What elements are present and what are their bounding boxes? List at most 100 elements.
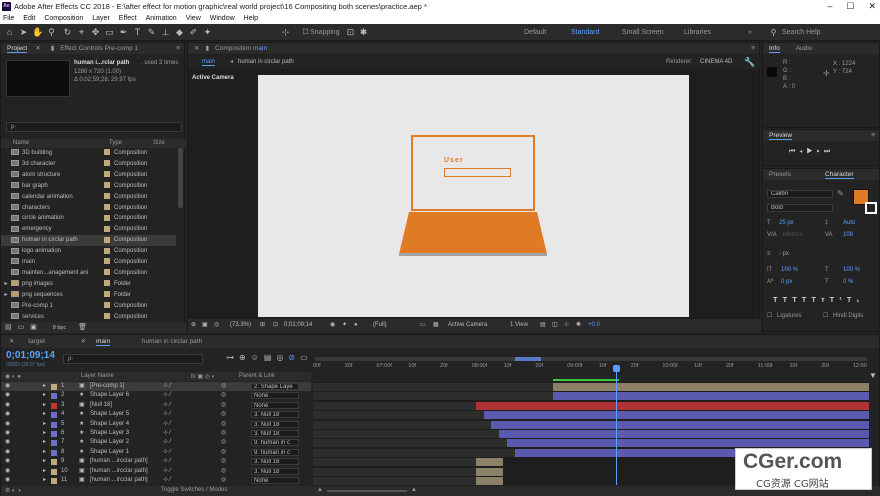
close-icon[interactable]: ✕ bbox=[35, 45, 40, 52]
home-icon[interactable]: ⌂ bbox=[4, 27, 15, 38]
expand-arrow-icon[interactable]: ▸ bbox=[43, 476, 46, 485]
project-item[interactable]: mainten...anagement ani Composition bbox=[1, 268, 176, 279]
layer-switches-icon[interactable]: ⊹ ⁄ bbox=[163, 476, 171, 485]
layer-row[interactable]: ◉ ▸ 8 ★ Shape Layer 1 ⊹ ⁄ ◎ 9. human in c bbox=[1, 448, 311, 457]
expand-arrow-icon[interactable]: ▸ bbox=[43, 429, 46, 438]
toggle-switches-modes[interactable]: Toggle Switches / Modes bbox=[161, 487, 227, 493]
menu-composition[interactable]: Composition bbox=[44, 13, 83, 24]
minimize-button[interactable]: – bbox=[827, 0, 832, 13]
time-ruler[interactable]: 00f 20f 07:00f 10f 20f 08:00f 10f 20f 09:00f 10f 2… bbox=[313, 357, 869, 381]
label-color-swatch[interactable] bbox=[104, 149, 110, 156]
stroke-width-value[interactable]: - px bbox=[779, 251, 789, 257]
layer-switches-icon[interactable]: ⊹ ⁄ bbox=[163, 410, 171, 419]
menu-help[interactable]: Help bbox=[244, 13, 258, 24]
layer-name[interactable]: Shape Layer 2 bbox=[90, 438, 160, 447]
project-item[interactable]: circle animation Composition bbox=[1, 213, 176, 224]
expand-arrow-icon[interactable]: ▸ bbox=[1, 290, 11, 301]
layer-name[interactable]: [human ...ircclar path] bbox=[90, 467, 160, 476]
close-icon[interactable]: ✕ bbox=[81, 338, 86, 345]
baseline-value[interactable]: 0 px bbox=[781, 279, 792, 285]
layer-row[interactable]: ◉ ▸ 11 ▣ [human ...ircclar path] ⊹ ⁄ ◎ None bbox=[1, 476, 311, 485]
label-color-swatch[interactable] bbox=[104, 171, 110, 178]
pick-whip-icon[interactable]: ◎ bbox=[221, 448, 226, 457]
layer-label-color[interactable] bbox=[51, 384, 57, 390]
pen-tool-icon[interactable]: ✒ bbox=[118, 27, 129, 38]
panel-menu-icon[interactable]: ≡ bbox=[751, 43, 755, 54]
label-color-swatch[interactable] bbox=[104, 203, 110, 210]
layer-duration-bar[interactable] bbox=[491, 420, 869, 429]
close-icon[interactable]: ✕ bbox=[194, 45, 199, 52]
label-color-swatch[interactable] bbox=[104, 312, 110, 319]
layer-switches-icon[interactable]: ⊹ ⁄ bbox=[163, 391, 171, 400]
layer-name[interactable]: Shape Layer 6 bbox=[90, 391, 160, 400]
vertical-scale-value[interactable]: 100 % bbox=[781, 267, 798, 273]
workspace-small-screen[interactable]: Small Screen bbox=[622, 29, 664, 36]
parent-dropdown[interactable]: None bbox=[251, 401, 299, 409]
type-tool-icon[interactable]: T bbox=[132, 27, 143, 38]
layer-label-color[interactable] bbox=[51, 468, 57, 475]
tab-effect-controls[interactable]: Effect Controls Pre-comp 1 bbox=[60, 45, 138, 52]
color-channel-icon[interactable]: ● bbox=[354, 319, 358, 332]
label-color-swatch[interactable] bbox=[104, 193, 110, 200]
font-dropdown[interactable]: Calibri bbox=[767, 190, 833, 198]
exposure-value[interactable]: +0.0 bbox=[588, 319, 600, 332]
label-color-swatch[interactable] bbox=[104, 258, 110, 265]
parent-dropdown[interactable]: 3. Null 18 bbox=[251, 411, 299, 419]
expand-arrow-icon[interactable]: ▸ bbox=[1, 279, 11, 290]
layer-name[interactable]: [Null 18] bbox=[90, 401, 160, 410]
layer-label-color[interactable] bbox=[51, 459, 57, 466]
layer-row[interactable]: ◉ ▸ 9 ▣ [human ...ircclar path] ⊹ ⁄ ◎ 3. Null 1… bbox=[1, 457, 311, 466]
snap-feather-icon[interactable]: ✱ bbox=[358, 27, 369, 38]
eyedropper-icon[interactable]: ✎ bbox=[837, 189, 844, 198]
stroke-color-swatch[interactable] bbox=[865, 202, 877, 214]
project-item[interactable]: 3D building Composition bbox=[1, 148, 176, 159]
eraser-tool-icon[interactable]: ◆ bbox=[174, 27, 185, 38]
snapshot-icon[interactable]: ◉ bbox=[330, 319, 335, 332]
layer-switches-icon[interactable]: ⊹ ⁄ bbox=[163, 429, 171, 438]
panel-menu-icon[interactable]: ≡ bbox=[871, 130, 875, 141]
timeline-timecode[interactable]: 0;01;09;14 bbox=[6, 350, 55, 361]
layer-label-color[interactable] bbox=[51, 431, 57, 437]
visibility-eye-icon[interactable]: ◉ bbox=[5, 476, 10, 485]
expand-arrow-icon[interactable]: ▸ bbox=[43, 448, 46, 457]
parent-dropdown[interactable]: 3. Null 18 bbox=[251, 430, 299, 437]
label-color-swatch[interactable] bbox=[104, 247, 110, 254]
timeline-icon[interactable]: ◫ bbox=[552, 319, 558, 332]
col-type[interactable]: Type bbox=[109, 140, 122, 146]
breadcrumb-main[interactable]: main bbox=[202, 59, 216, 66]
zoom-tool-icon[interactable]: ⚲ bbox=[46, 27, 57, 38]
visibility-eye-icon[interactable]: ◉ bbox=[5, 391, 10, 400]
panel-menu-icon[interactable]: ≡ bbox=[176, 43, 180, 54]
project-item[interactable]: ▸ png sequences Folder bbox=[1, 290, 176, 301]
views-dropdown[interactable]: 1 View bbox=[510, 319, 528, 332]
faux-bold-icon[interactable]: T bbox=[773, 295, 783, 304]
layer-name[interactable]: Shape Layer 3 bbox=[90, 429, 160, 438]
expand-arrow-icon[interactable]: ▸ bbox=[43, 467, 46, 476]
subscript-icon[interactable]: T₁ bbox=[847, 295, 865, 304]
visibility-eye-icon[interactable]: ◉ bbox=[5, 401, 10, 410]
visibility-eye-icon[interactable]: ◉ bbox=[5, 429, 10, 438]
first-frame-icon[interactable]: ⏮ bbox=[789, 148, 799, 155]
tab-presets[interactable]: Presets bbox=[769, 171, 791, 178]
play-icon[interactable]: ▶ bbox=[806, 148, 816, 155]
timeline-search-input[interactable]: ρ· bbox=[63, 354, 203, 364]
rectangle-tool-icon[interactable]: ▭ bbox=[104, 27, 115, 38]
project-item[interactable]: Pre-comp 1 Composition bbox=[1, 301, 176, 312]
resolution-dropdown[interactable]: (Full) bbox=[373, 319, 387, 332]
clone-tool-icon[interactable]: ⊥ bbox=[160, 27, 171, 38]
layer-label-color[interactable] bbox=[51, 478, 57, 484]
visibility-eye-icon[interactable]: ◉ bbox=[5, 467, 10, 476]
tab-human-in-circlar-path[interactable]: human in circlar path bbox=[142, 338, 202, 345]
kerning-value[interactable]: Metrics bbox=[783, 232, 802, 238]
expand-arrow-icon[interactable]: ▸ bbox=[43, 391, 46, 400]
layer-name[interactable]: [Pre-comp 1] bbox=[90, 382, 160, 391]
breadcrumb-human[interactable]: human in circlar path bbox=[238, 59, 294, 65]
parent-dropdown[interactable]: None bbox=[251, 477, 299, 484]
hindi-digits-checkbox[interactable]: ☐ bbox=[823, 312, 828, 319]
project-item[interactable]: emergency Composition bbox=[1, 224, 176, 235]
visibility-eye-icon[interactable]: ◉ bbox=[5, 457, 10, 466]
expand-icon[interactable]: ⚙ ◐ ◑ bbox=[5, 487, 21, 494]
visibility-eye-icon[interactable]: ◉ bbox=[5, 420, 10, 429]
motion-blur-icon[interactable]: ◎ bbox=[276, 353, 288, 362]
project-item[interactable]: bar graph Composition bbox=[1, 181, 176, 192]
